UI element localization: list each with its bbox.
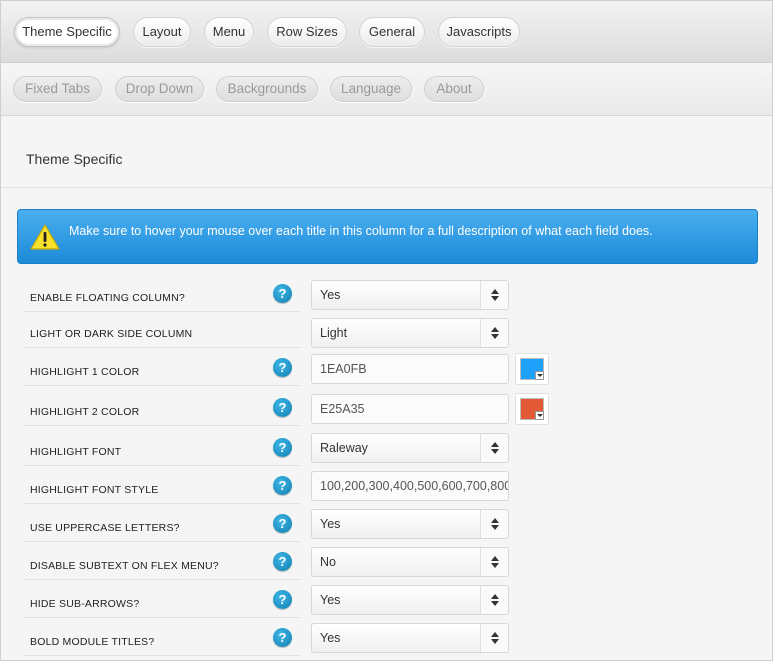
field-label[interactable]: USE UPPERCASE LETTERS?	[30, 522, 180, 534]
select-arrows-icon	[480, 624, 508, 652]
field-row-bold-module-titles: BOLD MODULE TITLES? ?	[23, 621, 301, 656]
field-row-highlight-2-color: HIGHLIGHT 2 COLOR ?	[23, 391, 301, 426]
tab-drop-down[interactable]: Drop Down	[115, 76, 204, 102]
dropdown-corner-icon	[535, 371, 544, 380]
tab-layout[interactable]: Layout	[133, 17, 191, 47]
highlight-2-color-picker[interactable]	[515, 393, 549, 425]
field-row-highlight-1-color: HIGHLIGHT 1 COLOR ?	[23, 351, 301, 386]
help-icon[interactable]: ?	[273, 398, 292, 417]
disable-subtext-on-flex-menu-select[interactable]: No	[311, 547, 509, 577]
help-icon[interactable]: ?	[273, 438, 292, 457]
help-icon[interactable]: ?	[273, 628, 292, 647]
field-row-use-uppercase-letters: USE UPPERCASE LETTERS? ?	[23, 507, 301, 542]
use-uppercase-letters-select[interactable]: Yes	[311, 509, 509, 539]
select-value: Yes	[320, 517, 341, 531]
field-row-highlight-font-style: HIGHLIGHT FONT STYLE ?	[23, 469, 301, 504]
tab-language[interactable]: Language	[330, 76, 412, 102]
section-title: Theme Specific	[26, 151, 123, 167]
field-label[interactable]: BOLD MODULE TITLES?	[30, 636, 154, 648]
color-swatch	[520, 398, 544, 420]
enable-floating-column-select[interactable]: Yes	[311, 280, 509, 310]
field-row-disable-subtext-on-flex-menu: DISABLE SUBTEXT ON FLEX MENU? ?	[23, 545, 301, 580]
select-arrows-icon	[480, 319, 508, 347]
info-alert: Make sure to hover your mouse over each …	[17, 209, 758, 264]
field-label[interactable]: HIDE SUB-ARROWS?	[30, 598, 139, 610]
secondary-tab-bar: Fixed Tabs Drop Down Backgrounds Languag…	[1, 63, 772, 116]
tab-fixed-tabs[interactable]: Fixed Tabs	[13, 76, 102, 102]
tab-javascripts[interactable]: Javascripts	[438, 17, 520, 47]
warning-icon	[30, 224, 60, 250]
select-value: Yes	[320, 593, 341, 607]
field-label[interactable]: ENABLE FLOATING COLUMN?	[30, 292, 185, 304]
field-label[interactable]: LIGHT OR DARK SIDE COLUMN	[30, 328, 192, 340]
field-row-light-or-dark-side-column: LIGHT OR DARK SIDE COLUMN	[23, 313, 301, 348]
field-row-hide-sub-arrows: HIDE SUB-ARROWS? ?	[23, 583, 301, 618]
field-label[interactable]: HIGHLIGHT 2 COLOR	[30, 406, 139, 418]
select-value: No	[320, 555, 336, 569]
tab-theme-specific[interactable]: Theme Specific	[14, 17, 120, 47]
field-label[interactable]: HIGHLIGHT 1 COLOR	[30, 366, 139, 378]
highlight-font-select[interactable]: Raleway	[311, 433, 509, 463]
help-icon[interactable]: ?	[273, 552, 292, 571]
help-icon[interactable]: ?	[273, 284, 292, 303]
select-value: Light	[320, 326, 348, 340]
field-row-highlight-font: HIGHLIGHT FONT ?	[23, 431, 301, 466]
tab-about[interactable]: About	[424, 76, 484, 102]
tab-menu[interactable]: Menu	[204, 17, 254, 47]
select-arrows-icon	[480, 586, 508, 614]
primary-tab-bar: Theme Specific Layout Menu Row Sizes Gen…	[1, 1, 772, 63]
color-swatch	[520, 358, 544, 380]
field-row-enable-floating-column: ENABLE FLOATING COLUMN? ?	[23, 277, 301, 312]
highlight-font-style-input[interactable]: 100,200,300,400,500,600,700,800	[311, 471, 509, 501]
field-label[interactable]: HIGHLIGHT FONT	[30, 446, 121, 458]
section-divider	[1, 187, 772, 188]
highlight-2-color-input[interactable]: E25A35	[311, 394, 509, 424]
tab-general[interactable]: General	[359, 17, 425, 47]
field-label[interactable]: DISABLE SUBTEXT ON FLEX MENU?	[30, 560, 219, 572]
select-value: Yes	[320, 631, 341, 645]
select-value: Raleway	[320, 441, 368, 455]
dropdown-corner-icon	[535, 411, 544, 420]
help-icon[interactable]: ?	[273, 476, 292, 495]
tab-backgrounds[interactable]: Backgrounds	[216, 76, 318, 102]
select-arrows-icon	[480, 434, 508, 462]
tab-row-sizes[interactable]: Row Sizes	[267, 17, 347, 47]
hide-sub-arrows-select[interactable]: Yes	[311, 585, 509, 615]
select-arrows-icon	[480, 510, 508, 538]
highlight-1-color-input[interactable]: 1EA0FB	[311, 354, 509, 384]
help-icon[interactable]: ?	[273, 514, 292, 533]
settings-panel: Theme Specific Layout Menu Row Sizes Gen…	[0, 0, 773, 661]
select-value: Yes	[320, 288, 341, 302]
light-or-dark-side-column-select[interactable]: Light	[311, 318, 509, 348]
help-icon[interactable]: ?	[273, 590, 292, 609]
alert-message: Make sure to hover your mouse over each …	[69, 224, 653, 238]
select-arrows-icon	[480, 281, 508, 309]
bold-module-titles-select[interactable]: Yes	[311, 623, 509, 653]
select-arrows-icon	[480, 548, 508, 576]
help-icon[interactable]: ?	[273, 358, 292, 377]
field-label[interactable]: HIGHLIGHT FONT STYLE	[30, 484, 158, 496]
highlight-1-color-picker[interactable]	[515, 353, 549, 385]
